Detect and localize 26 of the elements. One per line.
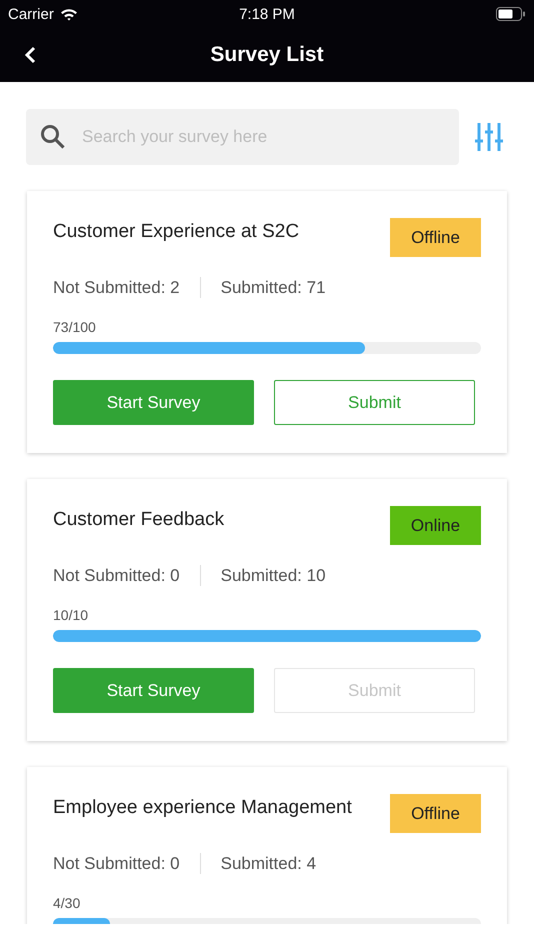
start-survey-button[interactable]: Start Survey (53, 380, 254, 425)
submitted-count: Submitted: 10 (220, 566, 326, 586)
submit-button[interactable]: Submit (274, 380, 475, 425)
status-badge: Offline (390, 218, 481, 257)
not-submitted-count: Not Submitted: 2 (53, 278, 180, 298)
survey-title: Employee experience Management (53, 796, 352, 819)
not-submitted-count: Not Submitted: 0 (53, 854, 180, 874)
survey-title: Customer Feedback (53, 508, 224, 531)
progress-label: 73/100 (53, 319, 97, 335)
screen-title: Survey List (210, 43, 324, 67)
search-icon (40, 124, 66, 150)
filter-sliders-icon[interactable] (475, 122, 503, 152)
submitted-count: Submitted: 71 (220, 278, 326, 298)
survey-title: Customer Experience at S2C (53, 220, 300, 243)
status-badge: Offline (390, 794, 481, 833)
submitted-count: Submitted: 4 (220, 854, 316, 874)
wifi-icon (60, 8, 78, 20)
status-badge: Online (390, 506, 481, 545)
not-submitted-count: Not Submitted: 0 (53, 566, 180, 586)
carrier-label: Carrier (8, 6, 54, 22)
start-survey-button[interactable]: Start Survey (53, 668, 254, 713)
progress-label: 10/10 (53, 607, 90, 623)
battery-icon (496, 7, 526, 21)
back-icon[interactable] (24, 46, 36, 64)
clock-time: 7:18 PM (239, 6, 295, 22)
progress-label: 4/30 (53, 895, 82, 911)
